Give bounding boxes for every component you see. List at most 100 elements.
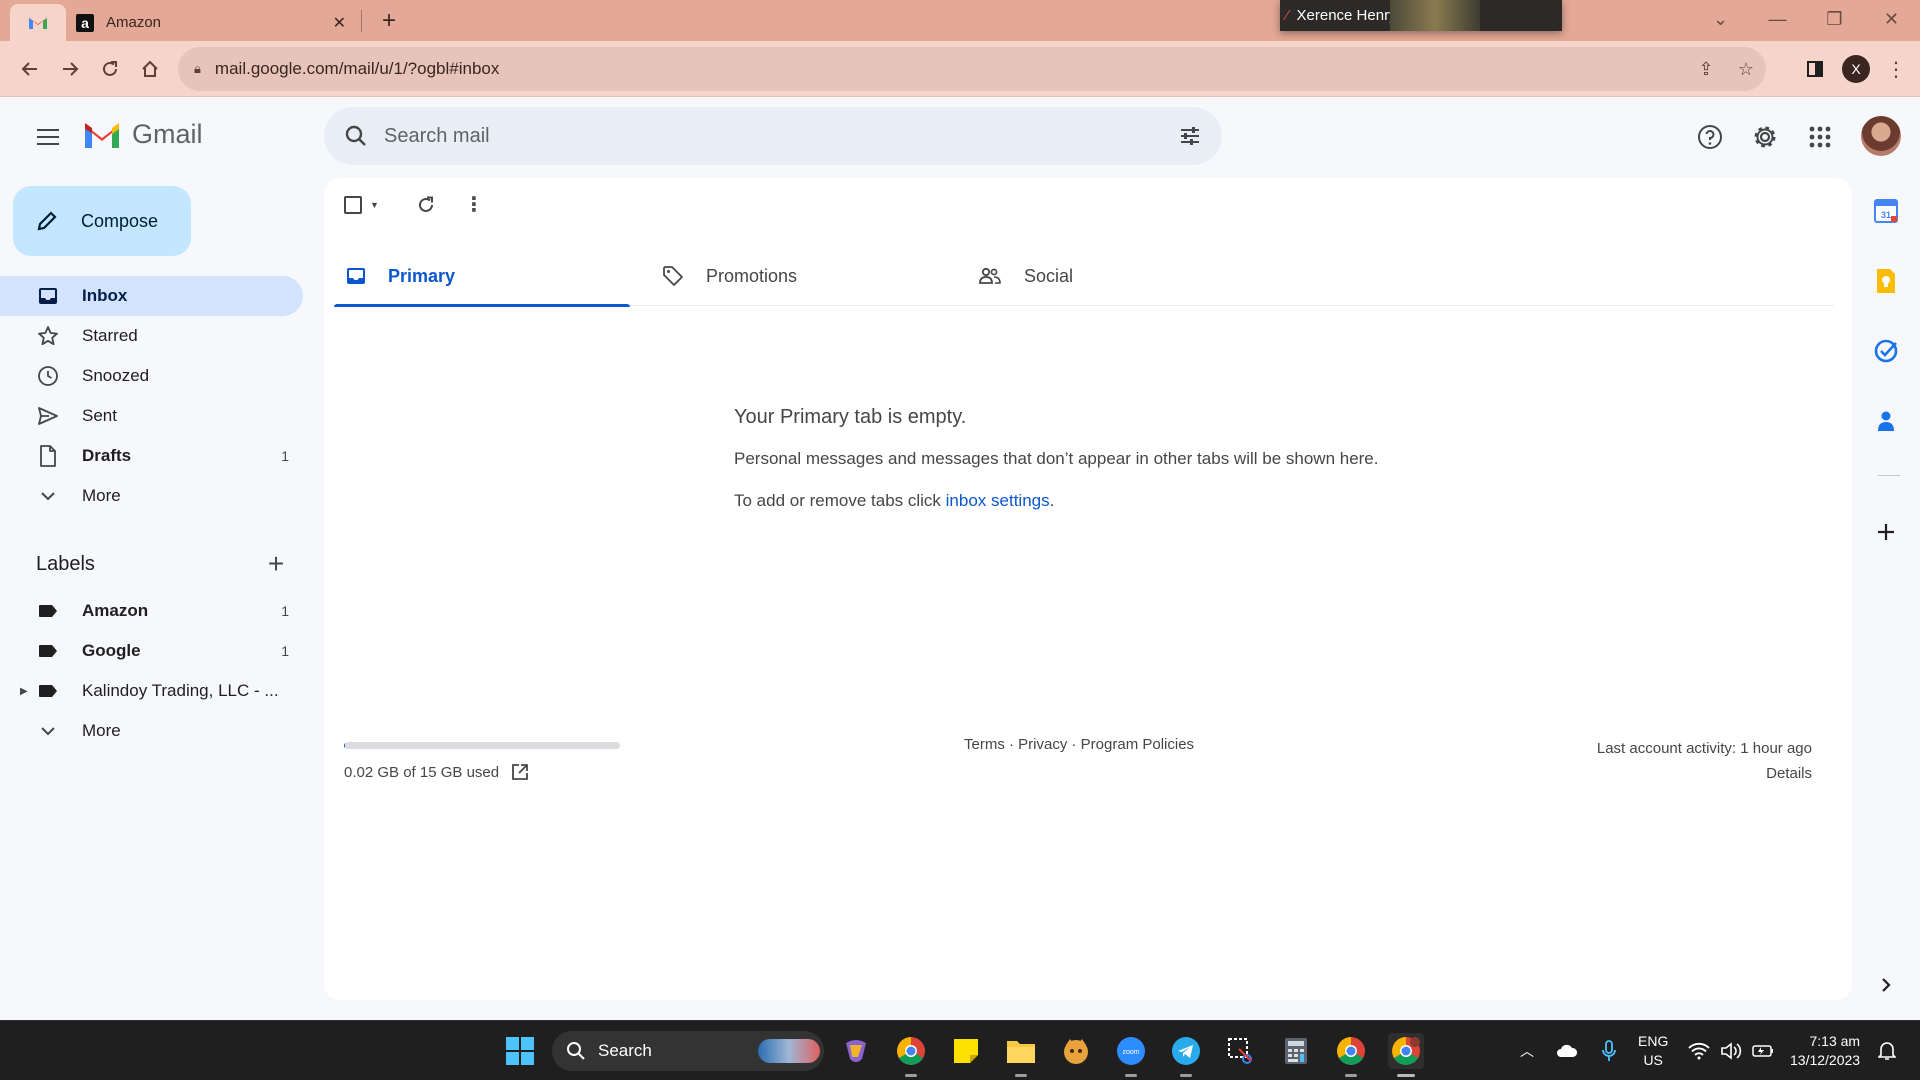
back-button[interactable]	[14, 53, 46, 85]
refresh-icon[interactable]	[416, 195, 436, 215]
search-bar[interactable]	[324, 107, 1222, 165]
chrome-icon	[1337, 1037, 1365, 1065]
taskbar-calculator[interactable]	[1278, 1033, 1314, 1069]
running-indicator	[1345, 1074, 1357, 1077]
taskbar-telegram[interactable]	[1168, 1033, 1204, 1077]
label-amazon[interactable]: Amazon 1	[0, 591, 303, 631]
contacts-app-button[interactable]	[1872, 407, 1900, 435]
labels-more[interactable]: More	[0, 711, 303, 751]
tab-gmail[interactable]	[10, 4, 66, 41]
close-window-button[interactable]: ✕	[1863, 0, 1920, 38]
address-bar[interactable]: 🔒︎ mail.google.com/mail/u/1/?ogbl#inbox …	[178, 47, 1766, 91]
tab-promotions[interactable]: Promotions	[650, 246, 946, 306]
label-google[interactable]: Google 1	[0, 631, 303, 671]
support-button[interactable]	[1690, 117, 1730, 157]
label-tag-icon	[36, 679, 60, 703]
tab-amazon[interactable]: a Amazon ✕	[66, 4, 356, 41]
video-call-overlay[interactable]: ⁄ Xerence Henry	[1280, 0, 1562, 31]
inbox-settings-link[interactable]: inbox settings	[946, 491, 1050, 510]
settings-button[interactable]	[1745, 117, 1785, 157]
restore-button[interactable]: ❐	[1806, 0, 1863, 38]
notifications-button[interactable]	[1878, 1021, 1896, 1080]
compose-button[interactable]: Compose	[13, 186, 191, 256]
minimize-button[interactable]: —	[1749, 0, 1806, 38]
tab-social[interactable]: Social	[966, 246, 1262, 306]
forward-button[interactable]	[54, 53, 86, 85]
chevron-down-icon	[36, 484, 60, 508]
arrow-right-icon	[63, 62, 79, 76]
tab-primary[interactable]: Primary	[334, 246, 630, 307]
quick-settings[interactable]	[1688, 1021, 1774, 1080]
url-text[interactable]: mail.google.com/mail/u/1/?ogbl#inbox	[215, 59, 1686, 79]
new-tab-button[interactable]: +	[374, 6, 404, 36]
taskbar-snipping-tool[interactable]	[1223, 1033, 1259, 1069]
side-panel-button[interactable]	[1799, 53, 1831, 85]
labels-nav: Amazon 1 Google 1 ▶ Kalindoy Trading, LL…	[0, 591, 304, 751]
taskbar-chrome-2[interactable]	[1333, 1033, 1369, 1077]
bookmark-star-icon[interactable]: ☆	[1726, 59, 1766, 80]
expand-caret-icon[interactable]: ▶	[20, 686, 28, 697]
gmail-logo[interactable]: Gmail	[82, 119, 203, 150]
nav-snoozed[interactable]: Snoozed	[0, 356, 303, 396]
chevron-down-icon	[36, 719, 60, 743]
footer-links[interactable]: Terms · Privacy · Program Policies	[964, 736, 1194, 753]
taskbar-chrome-1[interactable]	[893, 1033, 929, 1077]
search-icon[interactable]	[344, 124, 368, 148]
taskbar-chrome-profile-x[interactable]	[1388, 1033, 1424, 1077]
tab-search-icon[interactable]: ⌄	[1692, 0, 1749, 38]
lock-icon[interactable]: 🔒︎	[194, 61, 201, 77]
apps-button[interactable]	[1800, 117, 1840, 157]
keyboard-layout: US	[1643, 1052, 1663, 1068]
empty-settings-hint: To add or remove tabs click inbox settin…	[734, 491, 1379, 511]
create-label-button[interactable]: +	[256, 548, 296, 580]
chrome-icon	[897, 1037, 925, 1065]
main-menu-button[interactable]	[28, 117, 68, 157]
hide-side-panel-button[interactable]	[1872, 971, 1900, 999]
nav-drafts[interactable]: Drafts 1	[0, 436, 303, 476]
nav-more[interactable]: More	[0, 476, 303, 516]
contacts-icon	[1878, 411, 1894, 431]
microphone-icon[interactable]	[1602, 1040, 1616, 1062]
search-input[interactable]	[384, 124, 1178, 148]
taskbar-zoom[interactable]: zoom	[1113, 1033, 1149, 1077]
close-tab-icon[interactable]: ✕	[333, 13, 346, 33]
tasks-app-button[interactable]	[1872, 337, 1900, 365]
select-all-button[interactable]: ▼	[344, 195, 392, 214]
nav-inbox[interactable]: Inbox	[0, 276, 303, 316]
more-options-icon[interactable]: ⋮	[464, 192, 484, 217]
select-all-checkbox[interactable]	[344, 195, 362, 214]
windows-taskbar: Search zoom ︿ ENG US 7:13 am 13/12/2023	[0, 1020, 1920, 1080]
open-in-new-icon[interactable]	[511, 763, 529, 781]
running-indicator	[1180, 1074, 1192, 1077]
taskbar-file-explorer[interactable]	[1003, 1033, 1039, 1077]
empty-description: Personal messages and messages that don’…	[734, 449, 1379, 468]
onedrive-cloud-icon[interactable]	[1556, 1044, 1578, 1058]
reload-button[interactable]	[94, 53, 126, 85]
chevron-up-icon[interactable]: ︿	[1512, 1041, 1542, 1061]
nav-starred[interactable]: Starred	[0, 316, 303, 356]
nav-sent[interactable]: Sent	[0, 396, 303, 436]
taskbar-search[interactable]: Search	[552, 1031, 824, 1071]
select-dropdown-icon[interactable]: ▼	[370, 200, 379, 210]
taskbar-clock[interactable]: 7:13 am 13/12/2023	[1790, 1032, 1860, 1070]
input-language[interactable]: ENG US	[1638, 1032, 1668, 1070]
browser-menu-button[interactable]: ⋮	[1880, 53, 1912, 85]
home-button[interactable]	[134, 53, 166, 85]
browser-profile-avatar[interactable]: X	[1842, 55, 1870, 83]
label-tag-icon	[36, 639, 60, 663]
taskbar-sticky-notes[interactable]	[948, 1033, 984, 1069]
get-addons-button[interactable]	[1872, 518, 1900, 546]
calendar-app-button[interactable]: 31	[1872, 197, 1900, 225]
taskbar-copilot[interactable]	[838, 1033, 874, 1069]
gmail-wordmark: Gmail	[132, 119, 203, 149]
nav-label: Snoozed	[82, 366, 150, 385]
share-icon[interactable]: ⇪	[1686, 59, 1726, 80]
account-avatar[interactable]	[1861, 116, 1901, 156]
taskbar-app-cat[interactable]	[1058, 1033, 1094, 1069]
search-options-icon[interactable]	[1178, 124, 1202, 148]
activity-details-link[interactable]: Details	[1597, 761, 1812, 786]
keep-app-button[interactable]	[1872, 267, 1900, 295]
gmail-icon	[29, 18, 47, 29]
label-kalindoy[interactable]: ▶ Kalindoy Trading, LLC - ...	[0, 671, 303, 711]
start-button[interactable]	[502, 1033, 538, 1069]
